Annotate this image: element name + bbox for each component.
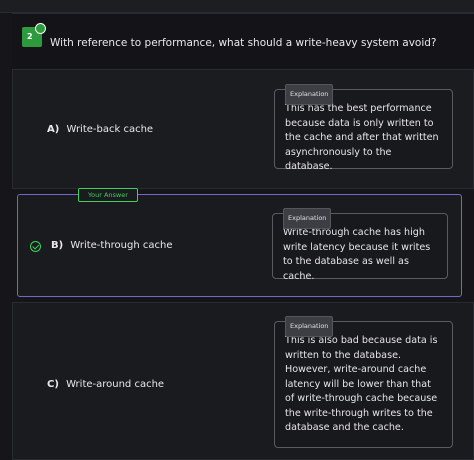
top-bar <box>0 0 474 13</box>
option-a-label: A) Write-back cache <box>47 124 153 135</box>
option-b-letter: B) <box>51 240 64 251</box>
option-c-explanation-text: This is also bad because data is written… <box>285 335 438 433</box>
option-b-explanation-text: Write-through cache has high write laten… <box>283 227 431 282</box>
option-c-explanation: Explanation This is also bad because dat… <box>274 316 453 448</box>
option-b-label: B) Write-through cache <box>51 240 173 251</box>
explanation-tag: Explanation <box>285 84 334 105</box>
explanation-tag: Explanation <box>285 316 334 337</box>
option-a-explanation-text: This has the best performance because da… <box>285 103 439 172</box>
question-text: With reference to performance, what shou… <box>50 37 437 49</box>
question-header: 2 With reference to performance, what sh… <box>12 13 474 68</box>
option-c-text: Write-around cache <box>66 379 165 390</box>
option-a-explanation: Explanation This has the best performanc… <box>274 84 453 172</box>
option-c-letter: C) <box>47 379 59 390</box>
option-a-text: Write-back cache <box>66 124 154 135</box>
option-b[interactable]: Your Answer B) Write-through cache Expla… <box>17 188 462 297</box>
correct-check-icon <box>30 241 41 252</box>
your-answer-badge: Your Answer <box>78 188 138 202</box>
option-b-explanation: Explanation Write-through cache has high… <box>272 208 448 282</box>
completed-check-icon <box>35 23 46 34</box>
option-a[interactable]: A) Write-back cache Explanation This has… <box>12 69 474 189</box>
option-b-text: Write-through cache <box>70 240 173 251</box>
question-number-badge: 2 <box>22 23 46 47</box>
explanation-tag: Explanation <box>283 208 332 229</box>
option-c[interactable]: C) Write-around cache Explanation This i… <box>12 302 474 460</box>
question-number: 2 <box>27 32 33 41</box>
option-a-letter: A) <box>47 124 60 135</box>
option-c-label: C) Write-around cache <box>47 379 164 390</box>
